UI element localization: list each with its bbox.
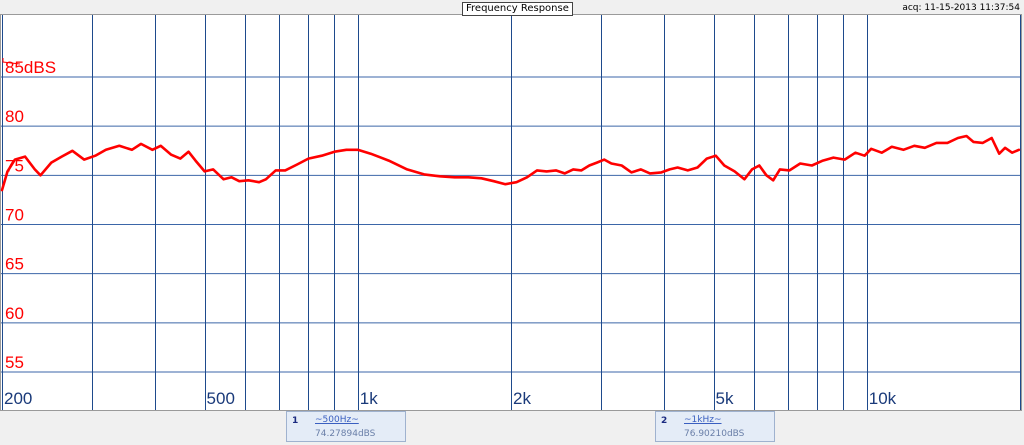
x-tick-label: 200 xyxy=(4,389,32,408)
x-tick-label: 1k xyxy=(360,389,378,408)
cursor-readout-1[interactable]: 1 ~500Hz~ 74.27894dBS xyxy=(286,411,406,442)
y-tick-label: 80 xyxy=(5,107,24,126)
y-tick-label: 55 xyxy=(5,353,24,372)
y-tick-label: 70 xyxy=(5,206,24,225)
frequency-response-trace xyxy=(0,134,1021,192)
x-tick-label: 500 xyxy=(207,389,235,408)
x-tick-label: 10k xyxy=(869,389,897,408)
x-tick-label: 5k xyxy=(716,389,734,408)
y-tick-label: 65 xyxy=(5,255,24,274)
cursor-frequency[interactable]: ~1kHz~ xyxy=(684,415,722,425)
cursor-index: 2 xyxy=(661,416,668,426)
frequency-response-chart: 85dBS807570656055200 500 1k 2k 5k 10k xyxy=(0,15,1021,410)
cursor-value: 74.27894dBS xyxy=(315,429,376,439)
cursor-index: 1 xyxy=(292,416,299,426)
cursor-value: 76.90210dBS xyxy=(684,429,745,439)
y-tick-label: 85dBS xyxy=(5,58,56,77)
chart-title: Frequency Response xyxy=(462,2,573,16)
cursor-frequency[interactable]: ~500Hz~ xyxy=(315,415,359,425)
x-tick-label: 2k xyxy=(513,389,531,408)
acquisition-timestamp: acq: 11-15-2013 11:37:54 xyxy=(902,3,1020,13)
y-tick-label: 60 xyxy=(5,304,24,323)
cursor-readout-2[interactable]: 2 ~1kHz~ 76.90210dBS xyxy=(655,411,775,442)
